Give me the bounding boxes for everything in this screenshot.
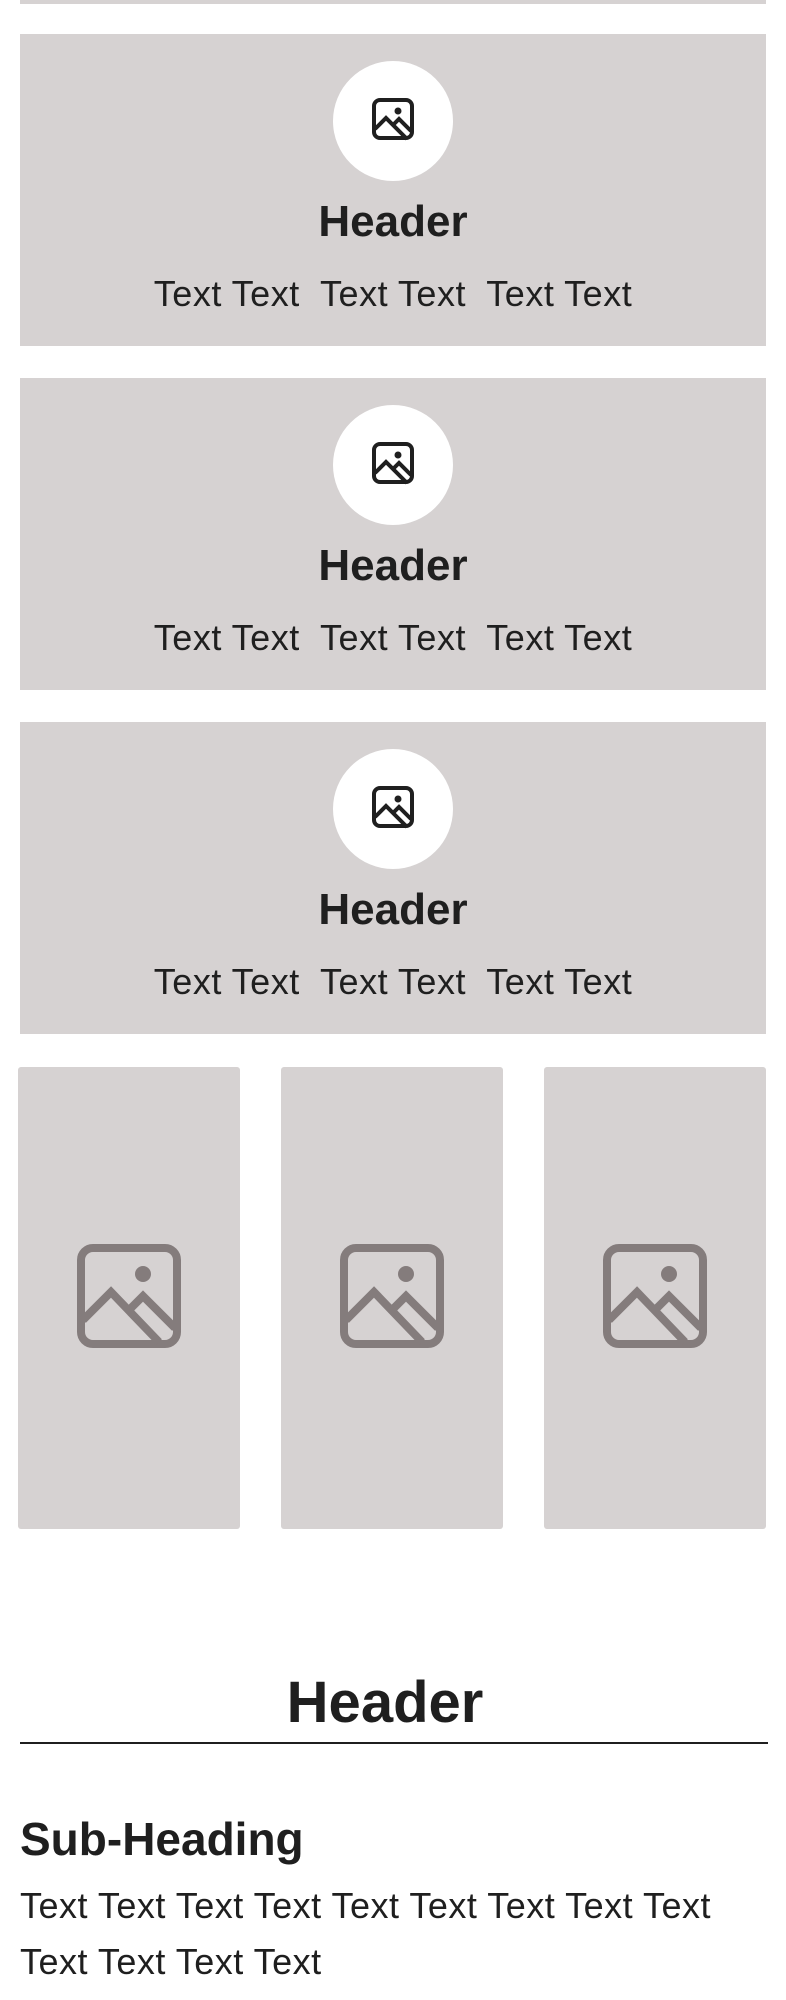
feature-card: Header Text Text Text Text Text Text: [20, 722, 766, 1034]
image-icon: [371, 785, 415, 834]
body-text: Text Text Text Text Text Text Text Text …: [20, 1885, 712, 1982]
card-text: Text Text Text Text Text Text: [153, 273, 633, 314]
section-title: Header: [286, 1670, 484, 1735]
image-placeholder-icon: [603, 1243, 707, 1353]
card-title: Header: [318, 197, 468, 246]
image-icon: [371, 441, 415, 490]
image-tile: [281, 1067, 503, 1529]
image-icon: [371, 97, 415, 146]
section-divider: [20, 1742, 768, 1744]
image-placeholder-icon: [77, 1243, 181, 1353]
icon-circle: [333, 405, 453, 525]
sub-heading: Sub-Heading: [20, 1813, 304, 1865]
image-tile: [544, 1067, 766, 1529]
image-tile: [18, 1067, 240, 1529]
card-text: Text Text Text Text Text Text: [153, 617, 633, 658]
feature-card: Header Text Text Text Text Text Text: [20, 378, 766, 690]
icon-circle: [333, 61, 453, 181]
card-title: Header: [318, 885, 468, 934]
card-title: Header: [318, 541, 468, 590]
feature-card: Header Text Text Text Text Text Text: [20, 34, 766, 346]
image-placeholder-icon: [340, 1243, 444, 1353]
icon-circle: [333, 749, 453, 869]
card-text: Text Text Text Text Text Text: [153, 961, 633, 1002]
top-divider: [20, 0, 766, 4]
